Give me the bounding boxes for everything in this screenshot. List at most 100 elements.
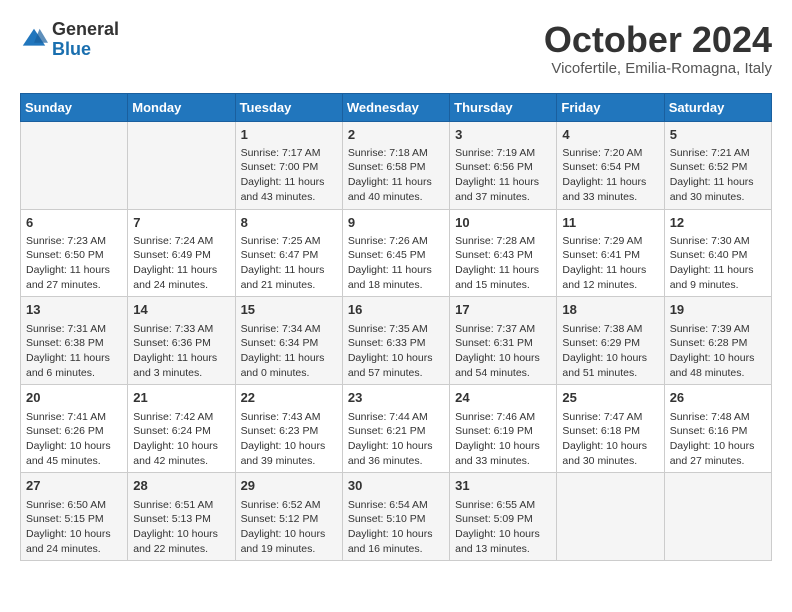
day-info: Sunrise: 7:28 AMSunset: 6:43 PMDaylight:… bbox=[455, 234, 551, 293]
page-header: General Blue October 2024 Vicofertile, E… bbox=[20, 20, 772, 77]
day-cell: 12 Sunrise: 7:30 AMSunset: 6:40 PMDayligh… bbox=[664, 209, 771, 297]
day-number: 17 bbox=[455, 301, 551, 319]
logo-icon bbox=[20, 26, 48, 54]
day-cell: 7Sunrise: 7:24 AMSunset: 6:49 PMDaylight… bbox=[128, 209, 235, 297]
header-cell-sunday: Sunday bbox=[21, 93, 128, 121]
day-cell bbox=[557, 473, 664, 561]
day-number: 22 bbox=[241, 389, 337, 407]
day-number: 11 bbox=[562, 214, 658, 232]
day-number: 29 bbox=[241, 477, 337, 495]
day-cell: 17 Sunrise: 7:37 AMSunset: 6:31 PMDayligh… bbox=[450, 297, 557, 385]
day-info: Sunrise: 6:52 AMSunset: 5:12 PMDaylight:… bbox=[241, 498, 337, 557]
header-cell-thursday: Thursday bbox=[450, 93, 557, 121]
header-cell-tuesday: Tuesday bbox=[235, 93, 342, 121]
day-cell: 25 Sunrise: 7:47 AMSunset: 6:18 PMDayligh… bbox=[557, 385, 664, 473]
day-number: 27 bbox=[26, 477, 122, 495]
logo: General Blue bbox=[20, 20, 119, 60]
title-block: October 2024 Vicofertile, Emilia-Romagna… bbox=[544, 20, 772, 77]
month-title: October 2024 bbox=[544, 20, 772, 60]
day-info: Sunrise: 6:54 AMSunset: 5:10 PMDaylight:… bbox=[348, 498, 444, 557]
logo-blue-text: Blue bbox=[52, 39, 91, 59]
day-number: 15 bbox=[241, 301, 337, 319]
day-cell: 1Sunrise: 7:17 AMSunset: 7:00 PMDaylight… bbox=[235, 121, 342, 209]
day-cell: 2Sunrise: 7:18 AMSunset: 6:58 PMDaylight… bbox=[342, 121, 449, 209]
day-cell: 24Sunrise: 7:46 AMSunset: 6:19 PMDayligh… bbox=[450, 385, 557, 473]
day-cell: 23 Sunrise: 7:44 AMSunset: 6:21 PMDayligh… bbox=[342, 385, 449, 473]
header-row: SundayMondayTuesdayWednesdayThursdayFrid… bbox=[21, 93, 772, 121]
day-cell: 26 Sunrise: 7:48 AMSunset: 6:16 PMDayligh… bbox=[664, 385, 771, 473]
day-info: Sunrise: 7:46 AMSunset: 6:19 PMDaylight:… bbox=[455, 410, 551, 469]
day-info: Sunrise: 7:34 AMSunset: 6:34 PMDaylight:… bbox=[241, 322, 337, 381]
day-number: 3 bbox=[455, 126, 551, 144]
day-number: 18 bbox=[562, 301, 658, 319]
day-info: Sunrise: 7:23 AMSunset: 6:50 PMDaylight:… bbox=[26, 234, 122, 293]
day-info: Sunrise: 7:31 AMSunset: 6:38 PMDaylight:… bbox=[26, 322, 122, 381]
day-cell: 15 Sunrise: 7:34 AMSunset: 6:34 PMDayligh… bbox=[235, 297, 342, 385]
day-info: Sunrise: 7:20 AMSunset: 6:54 PMDaylight:… bbox=[562, 146, 658, 205]
day-info: Sunrise: 7:44 AMSunset: 6:21 PMDaylight:… bbox=[348, 410, 444, 469]
week-row-2: 6 Sunrise: 7:23 AMSunset: 6:50 PMDaylight… bbox=[21, 209, 772, 297]
day-number: 12 bbox=[670, 214, 766, 232]
day-cell: 29 Sunrise: 6:52 AMSunset: 5:12 PMDayligh… bbox=[235, 473, 342, 561]
day-number: 8 bbox=[241, 214, 337, 232]
day-number: 16 bbox=[348, 301, 444, 319]
day-info: Sunrise: 7:30 AMSunset: 6:40 PMDaylight:… bbox=[670, 234, 766, 293]
day-info: Sunrise: 7:25 AMSunset: 6:47 PMDaylight:… bbox=[241, 234, 337, 293]
day-info: Sunrise: 7:43 AMSunset: 6:23 PMDaylight:… bbox=[241, 410, 337, 469]
day-number: 1 bbox=[241, 126, 337, 144]
day-cell: 31Sunrise: 6:55 AMSunset: 5:09 PMDayligh… bbox=[450, 473, 557, 561]
day-info: Sunrise: 7:24 AMSunset: 6:49 PMDaylight:… bbox=[133, 234, 229, 293]
day-cell: 28 Sunrise: 6:51 AMSunset: 5:13 PMDayligh… bbox=[128, 473, 235, 561]
day-number: 28 bbox=[133, 477, 229, 495]
day-cell: 20 Sunrise: 7:41 AMSunset: 6:26 PMDayligh… bbox=[21, 385, 128, 473]
day-info: Sunrise: 7:41 AMSunset: 6:26 PMDaylight:… bbox=[26, 410, 122, 469]
header-cell-friday: Friday bbox=[557, 93, 664, 121]
logo-general-text: General bbox=[52, 19, 119, 39]
day-number: 19 bbox=[670, 301, 766, 319]
day-cell: 4 Sunrise: 7:20 AMSunset: 6:54 PMDaylight… bbox=[557, 121, 664, 209]
day-number: 23 bbox=[348, 389, 444, 407]
day-cell: 19 Sunrise: 7:39 AMSunset: 6:28 PMDayligh… bbox=[664, 297, 771, 385]
day-info: Sunrise: 6:55 AMSunset: 5:09 PMDaylight:… bbox=[455, 498, 551, 557]
calendar-body: 1Sunrise: 7:17 AMSunset: 7:00 PMDaylight… bbox=[21, 121, 772, 561]
day-cell: 30 Sunrise: 6:54 AMSunset: 5:10 PMDayligh… bbox=[342, 473, 449, 561]
day-cell: 18Sunrise: 7:38 AMSunset: 6:29 PMDayligh… bbox=[557, 297, 664, 385]
day-info: Sunrise: 7:37 AMSunset: 6:31 PMDaylight:… bbox=[455, 322, 551, 381]
day-info: Sunrise: 7:26 AMSunset: 6:45 PMDaylight:… bbox=[348, 234, 444, 293]
day-number: 20 bbox=[26, 389, 122, 407]
week-row-3: 13 Sunrise: 7:31 AMSunset: 6:38 PMDayligh… bbox=[21, 297, 772, 385]
day-cell: 3 Sunrise: 7:19 AMSunset: 6:56 PMDaylight… bbox=[450, 121, 557, 209]
calendar-table: SundayMondayTuesdayWednesdayThursdayFrid… bbox=[20, 93, 772, 562]
day-cell: 8 Sunrise: 7:25 AMSunset: 6:47 PMDaylight… bbox=[235, 209, 342, 297]
header-cell-wednesday: Wednesday bbox=[342, 93, 449, 121]
day-number: 30 bbox=[348, 477, 444, 495]
day-info: Sunrise: 7:21 AMSunset: 6:52 PMDaylight:… bbox=[670, 146, 766, 205]
day-cell: 16 Sunrise: 7:35 AMSunset: 6:33 PMDayligh… bbox=[342, 297, 449, 385]
day-cell: 27Sunrise: 6:50 AMSunset: 5:15 PMDayligh… bbox=[21, 473, 128, 561]
day-info: Sunrise: 7:42 AMSunset: 6:24 PMDaylight:… bbox=[133, 410, 229, 469]
day-cell: 22 Sunrise: 7:43 AMSunset: 6:23 PMDayligh… bbox=[235, 385, 342, 473]
day-number: 21 bbox=[133, 389, 229, 407]
day-info: Sunrise: 7:48 AMSunset: 6:16 PMDaylight:… bbox=[670, 410, 766, 469]
day-number: 4 bbox=[562, 126, 658, 144]
day-info: Sunrise: 7:39 AMSunset: 6:28 PMDaylight:… bbox=[670, 322, 766, 381]
day-cell: 9 Sunrise: 7:26 AMSunset: 6:45 PMDaylight… bbox=[342, 209, 449, 297]
day-cell: 11Sunrise: 7:29 AMSunset: 6:41 PMDayligh… bbox=[557, 209, 664, 297]
day-info: Sunrise: 7:47 AMSunset: 6:18 PMDaylight:… bbox=[562, 410, 658, 469]
day-cell: 21 Sunrise: 7:42 AMSunset: 6:24 PMDayligh… bbox=[128, 385, 235, 473]
day-number: 25 bbox=[562, 389, 658, 407]
week-row-4: 20 Sunrise: 7:41 AMSunset: 6:26 PMDayligh… bbox=[21, 385, 772, 473]
day-info: Sunrise: 7:19 AMSunset: 6:56 PMDaylight:… bbox=[455, 146, 551, 205]
header-cell-monday: Monday bbox=[128, 93, 235, 121]
day-number: 13 bbox=[26, 301, 122, 319]
day-cell: 13 Sunrise: 7:31 AMSunset: 6:38 PMDayligh… bbox=[21, 297, 128, 385]
day-number: 5 bbox=[670, 126, 766, 144]
day-number: 2 bbox=[348, 126, 444, 144]
day-number: 9 bbox=[348, 214, 444, 232]
day-cell: 10Sunrise: 7:28 AMSunset: 6:43 PMDayligh… bbox=[450, 209, 557, 297]
day-number: 26 bbox=[670, 389, 766, 407]
header-cell-saturday: Saturday bbox=[664, 93, 771, 121]
day-number: 6 bbox=[26, 214, 122, 232]
day-info: Sunrise: 6:51 AMSunset: 5:13 PMDaylight:… bbox=[133, 498, 229, 557]
day-info: Sunrise: 7:35 AMSunset: 6:33 PMDaylight:… bbox=[348, 322, 444, 381]
